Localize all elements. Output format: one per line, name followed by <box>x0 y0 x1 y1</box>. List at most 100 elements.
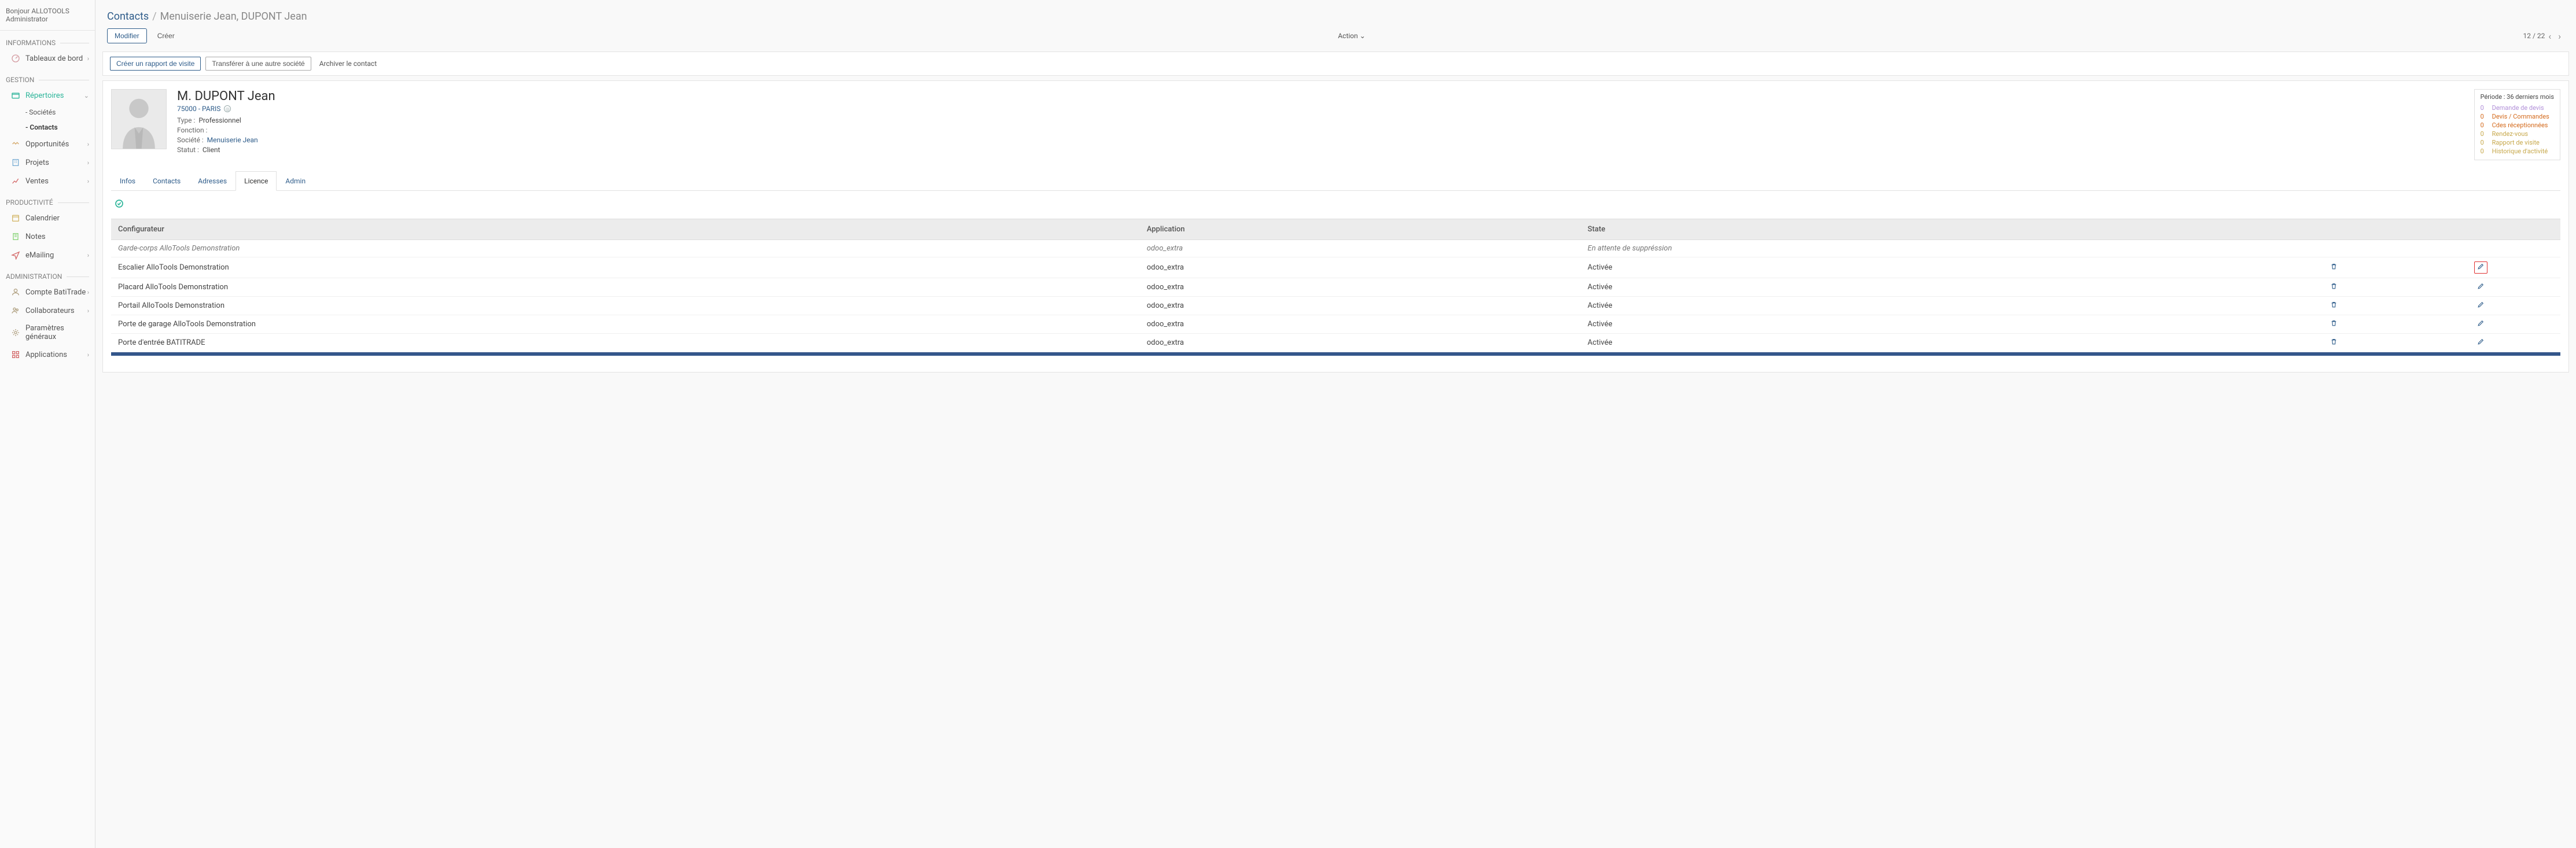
section-productivite: PRODUCTIVITÉ <box>0 190 95 209</box>
trash-icon[interactable] <box>2330 320 2338 329</box>
edit-icon[interactable] <box>2477 320 2485 329</box>
sidebar-item-repertoires[interactable]: Répertoires ⌄ <box>0 86 95 105</box>
trash-icon[interactable] <box>2330 338 2338 348</box>
edit-icon[interactable] <box>2477 263 2485 272</box>
stats-row[interactable]: 0Historique d'activité <box>2481 148 2554 155</box>
table-row[interactable]: Porte d'entrée BATITRADEodoo_extraActivé… <box>111 334 2560 352</box>
modify-button[interactable]: Modifier <box>107 28 147 43</box>
action-dropdown[interactable]: Action ⌄ <box>1338 32 1365 40</box>
pager-next[interactable]: › <box>2555 31 2564 42</box>
chevron-right-icon: › <box>87 159 89 167</box>
stats-row[interactable]: 0Demande de devis <box>2481 104 2554 112</box>
gauge-icon <box>10 53 21 64</box>
edit-icon[interactable] <box>2477 283 2485 292</box>
trash-icon[interactable] <box>2330 263 2338 272</box>
horizontal-scrollbar[interactable] <box>111 352 2560 356</box>
avatar <box>111 89 167 149</box>
sidebar-item-projets[interactable]: Projets › <box>0 153 95 172</box>
tab-contacts[interactable]: Contacts <box>144 171 189 191</box>
table-row[interactable]: Placard AlloTools Demonstrationodoo_extr… <box>111 278 2560 297</box>
chevron-down-icon: ⌄ <box>1360 32 1366 40</box>
chevron-right-icon: › <box>87 178 89 185</box>
apps-icon <box>10 349 21 360</box>
breadcrumb-root[interactable]: Contacts <box>107 10 149 23</box>
col-configurateur[interactable]: Configurateur <box>111 219 1140 240</box>
building-icon <box>10 157 21 168</box>
sidebar-item-label: Paramètres généraux <box>25 324 89 341</box>
sidebar-item-emailing[interactable]: eMailing › <box>0 246 95 264</box>
licence-table: Configurateur Application State Garde-co… <box>111 219 2560 352</box>
profile-name: M. DUPONT Jean <box>177 89 2474 104</box>
sidebar-item-calendrier[interactable]: Calendrier <box>0 209 95 227</box>
sidebar-item-notes[interactable]: Notes <box>0 227 95 246</box>
sidebar-item-compte[interactable]: Compte BatiTrade › <box>0 283 95 301</box>
transfer-button[interactable]: Transférer à une autre société <box>205 57 311 71</box>
sidebar-item-parametres[interactable]: Paramètres généraux <box>0 320 95 345</box>
sidebar-item-label: Compte BatiTrade <box>25 288 87 297</box>
sidebar-item-label: Notes <box>25 233 89 241</box>
sidebar: Bonjour ALLOTOOLS Administrator INFORMAT… <box>0 0 95 848</box>
stats-period: Période : 36 derniers mois <box>2481 93 2554 101</box>
note-icon <box>10 231 21 242</box>
folder-icon <box>10 90 21 101</box>
handshake-icon <box>10 139 21 149</box>
sidebar-item-dashboards[interactable]: Tableaux de bord › <box>0 49 95 68</box>
edit-icon[interactable] <box>2477 338 2485 348</box>
users-icon <box>10 305 21 316</box>
edit-icon[interactable] <box>2477 301 2485 311</box>
gear-icon <box>10 327 21 338</box>
sidebar-subitem-societes[interactable]: - Sociétés <box>0 105 95 120</box>
tab-body-licence: Configurateur Application State Garde-co… <box>111 191 2560 364</box>
table-row[interactable]: Portail AlloTools Demonstrationodoo_extr… <box>111 297 2560 315</box>
trash-icon[interactable] <box>2330 283 2338 292</box>
stats-box: Période : 36 derniers mois 0Demande de d… <box>2474 89 2560 160</box>
stats-row[interactable]: 0Devis / Commandes <box>2481 113 2554 120</box>
sidebar-item-label: eMailing <box>25 251 87 260</box>
company-link[interactable]: Menuiserie Jean <box>207 136 258 144</box>
create-visit-report-button[interactable]: Créer un rapport de visite <box>110 57 201 71</box>
stats-row[interactable]: 0Rendez-vous <box>2481 130 2554 138</box>
main-area: Contacts / Menuiserie Jean, DUPONT Jean … <box>95 0 2576 848</box>
stats-row[interactable]: 0Cdes réceptionnées <box>2481 121 2554 129</box>
create-button[interactable]: Créer <box>152 29 181 43</box>
table-row[interactable]: Porte de garage AlloTools Demonstrationo… <box>111 315 2560 334</box>
plane-icon <box>10 250 21 260</box>
sidebar-item-label: Tableaux de bord <box>25 54 87 63</box>
archive-link[interactable]: Archiver le contact <box>319 60 377 68</box>
chevron-right-icon: › <box>87 141 89 148</box>
sidebar-item-label: Ventes <box>25 177 87 186</box>
sidebar-item-applications[interactable]: Applications › <box>0 345 95 364</box>
col-state[interactable]: State <box>1581 219 2266 240</box>
chevron-right-icon: › <box>87 307 89 315</box>
greeting: Bonjour ALLOTOOLS Administrator <box>0 0 95 31</box>
section-gestion: GESTION <box>0 68 95 86</box>
col-application[interactable]: Application <box>1140 219 1581 240</box>
edit-highlight[interactable] <box>2474 261 2487 274</box>
tab-infos[interactable]: Infos <box>111 171 144 191</box>
table-row[interactable]: Escalier AlloTools Demonstrationodoo_ext… <box>111 257 2560 278</box>
tab-licence[interactable]: Licence <box>235 171 277 191</box>
account-icon <box>10 287 21 297</box>
sidebar-subitem-contacts[interactable]: - Contacts <box>0 120 95 135</box>
tab-admin[interactable]: Admin <box>277 171 314 191</box>
chevron-right-icon: › <box>87 351 89 359</box>
check-icon[interactable] <box>115 199 124 211</box>
sidebar-item-opportunites[interactable]: Opportunités › <box>0 135 95 153</box>
stats-row[interactable]: 0Rapport de visite <box>2481 139 2554 146</box>
sidebar-item-label: Calendrier <box>25 214 89 223</box>
section-informations: INFORMATIONS <box>0 31 95 49</box>
table-row[interactable]: Garde-corps AlloTools Demonstrationodoo_… <box>111 240 2560 257</box>
sidebar-item-label: Répertoires <box>25 91 84 100</box>
map-pin-icon: ◎ <box>224 105 231 112</box>
section-administration: ADMINISTRATION <box>0 264 95 283</box>
chevron-right-icon: › <box>87 289 89 296</box>
trash-icon[interactable] <box>2330 301 2338 311</box>
chevron-right-icon: › <box>87 55 89 62</box>
pager-prev[interactable]: ‹ <box>2545 31 2555 42</box>
sidebar-item-collaborateurs[interactable]: Collaborateurs › <box>0 301 95 320</box>
tab-adresses[interactable]: Adresses <box>189 171 235 191</box>
profile-location[interactable]: 75000 - PARIS ◎ <box>177 105 2474 113</box>
contact-card: M. DUPONT Jean 75000 - PARIS ◎ Type : Pr… <box>102 80 2569 373</box>
sidebar-item-ventes[interactable]: Ventes › <box>0 172 95 190</box>
pager-position: 12 / 22 <box>2523 32 2545 40</box>
